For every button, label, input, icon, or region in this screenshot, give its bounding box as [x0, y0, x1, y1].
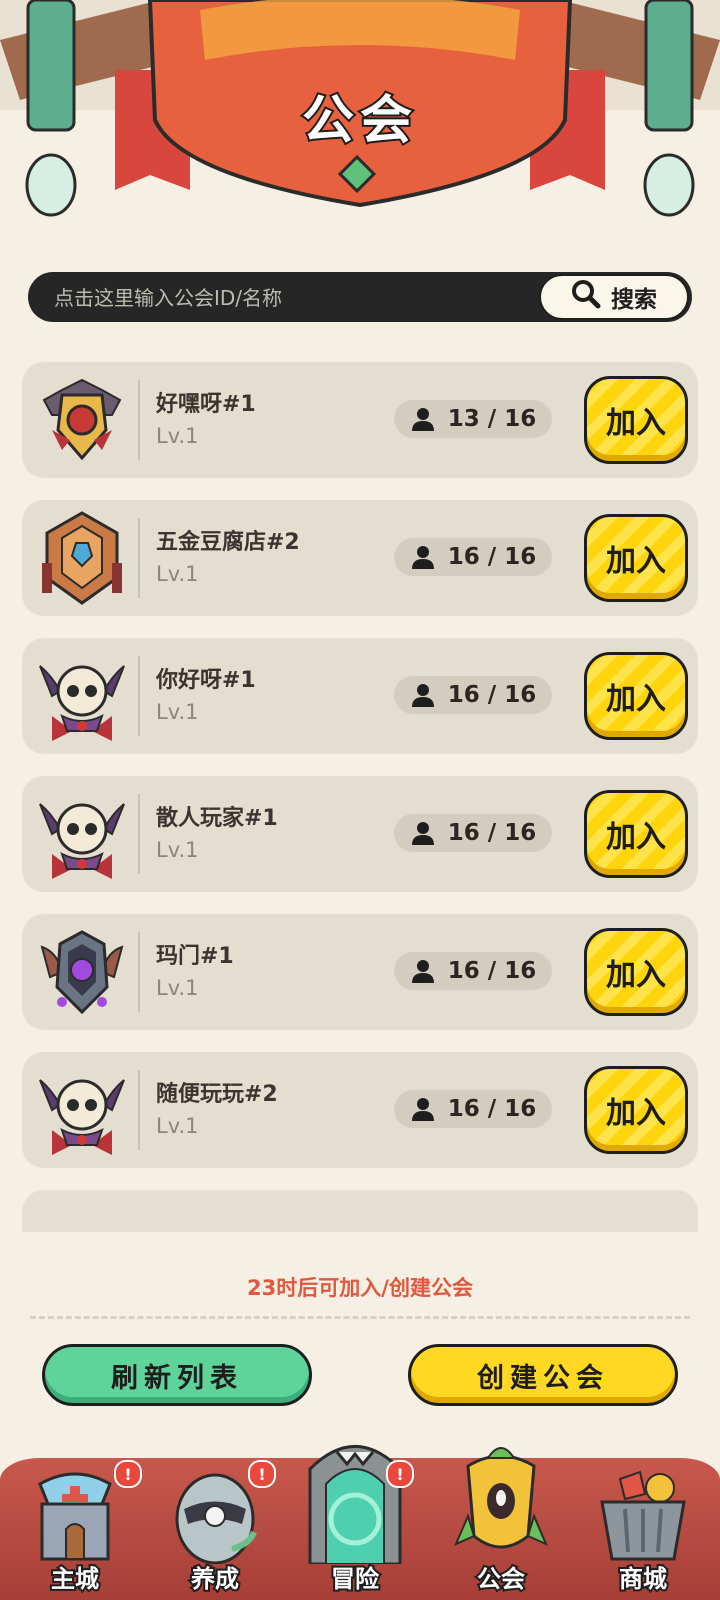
- guild-row: 你好呀#1 Lv.1 16 / 16 加入: [22, 638, 698, 754]
- member-count: 16 / 16: [394, 814, 552, 852]
- person-icon: [411, 684, 434, 707]
- member-count: 13 / 16: [394, 400, 552, 438]
- castle-icon: [38, 1472, 112, 1561]
- person-icon: [411, 960, 434, 983]
- divider: [30, 1316, 690, 1319]
- guild-name: 随便玩玩#2: [156, 1082, 278, 1107]
- guild-level: Lv.1: [156, 562, 199, 586]
- tab-label: 公会: [475, 1563, 527, 1595]
- member-count-text: 13 / 16: [447, 406, 537, 432]
- join-button[interactable]: 加入: [584, 928, 688, 1016]
- row-divider: [138, 1070, 140, 1150]
- notification-badge: !: [386, 1460, 414, 1488]
- member-count-text: 16 / 16: [447, 1096, 537, 1122]
- shop-basket-icon: [600, 1470, 686, 1561]
- list-item-partial: [22, 1190, 698, 1232]
- guild-level: Lv.1: [156, 700, 199, 724]
- create-guild-button[interactable]: 创建公会: [408, 1344, 678, 1406]
- guild-name: 你好呀#1: [156, 668, 256, 693]
- search-bar: 搜索: [28, 272, 692, 324]
- notification-badge: !: [248, 1460, 276, 1488]
- person-icon: [411, 1098, 434, 1121]
- search-button-label: 搜索: [611, 287, 657, 313]
- guild-level: Lv.1: [156, 1114, 199, 1138]
- portal-icon: [308, 1445, 402, 1564]
- member-count-text: 16 / 16: [447, 544, 537, 570]
- search-input[interactable]: [52, 272, 516, 324]
- skull-emblem-icon: [39, 803, 125, 879]
- tab-main-city[interactable]: ! 主城: [10, 1458, 142, 1600]
- join-button[interactable]: 加入: [584, 790, 688, 878]
- guild-row: 散人玩家#1 Lv.1 16 / 16 加入: [22, 776, 698, 892]
- tab-label: 主城: [49, 1563, 101, 1595]
- guild-list[interactable]: 好嘿呀#1 Lv.1 13 / 16 加入 五金豆腐店#2 Lv.1 16 / …: [22, 362, 698, 1232]
- tab-adventure[interactable]: ! 冒险: [290, 1418, 420, 1600]
- row-divider: [138, 656, 140, 736]
- member-count-text: 16 / 16: [447, 958, 537, 984]
- tab-label: 养成: [189, 1563, 241, 1595]
- guild-banner-icon: [454, 1447, 548, 1549]
- refresh-list-button[interactable]: 刷新列表: [42, 1344, 312, 1406]
- guild-level: Lv.1: [156, 976, 199, 1000]
- member-count: 16 / 16: [394, 676, 552, 714]
- guild-name: 好嘿呀#1: [156, 392, 256, 417]
- person-icon: [411, 546, 434, 569]
- bottom-tab-bar: ! 主城 ! 养成 ! 冒险 公会 商城: [0, 1445, 720, 1600]
- gold-shield-emblem-icon: [42, 378, 122, 461]
- guild-name: 散人玩家#1: [156, 806, 278, 831]
- member-count-text: 16 / 16: [447, 682, 537, 708]
- row-divider: [138, 794, 140, 874]
- join-button[interactable]: 加入: [584, 652, 688, 740]
- guild-name: 五金豆腐店#2: [156, 530, 300, 555]
- guild-level: Lv.1: [156, 424, 199, 448]
- member-count: 16 / 16: [394, 538, 552, 576]
- tab-guild[interactable]: 公会: [436, 1430, 566, 1600]
- tab-label: 商城: [617, 1563, 669, 1595]
- guild-name: 玛门#1: [156, 944, 234, 969]
- row-divider: [138, 380, 140, 460]
- tab-label: 冒险: [329, 1563, 381, 1595]
- guild-row: 玛门#1 Lv.1 16 / 16 加入: [22, 914, 698, 1030]
- skull-emblem-icon: [39, 665, 125, 741]
- join-button[interactable]: 加入: [584, 1066, 688, 1154]
- person-icon: [411, 822, 434, 845]
- notification-badge: !: [114, 1460, 142, 1488]
- member-count: 16 / 16: [394, 1090, 552, 1128]
- row-divider: [138, 932, 140, 1012]
- guild-row: 好嘿呀#1 Lv.1 13 / 16 加入: [22, 362, 698, 478]
- bronze-helmet-emblem-icon: [42, 511, 122, 605]
- page-title: 公会: [300, 89, 418, 153]
- join-button[interactable]: 加入: [584, 514, 688, 602]
- guild-row: 五金豆腐店#2 Lv.1 16 / 16 加入: [22, 500, 698, 616]
- tab-shop[interactable]: 商城: [578, 1458, 708, 1600]
- join-button[interactable]: 加入: [584, 376, 688, 464]
- guild-level: Lv.1: [156, 838, 199, 862]
- member-count-text: 16 / 16: [447, 820, 537, 846]
- person-icon: [411, 408, 434, 431]
- member-count: 16 / 16: [394, 952, 552, 990]
- row-divider: [138, 518, 140, 598]
- purple-gem-emblem-icon: [40, 930, 124, 1015]
- cooldown-notice: 23时后可加入/创建公会: [247, 1276, 473, 1300]
- tab-cultivate[interactable]: ! 养成: [150, 1458, 280, 1600]
- search-icon: [571, 279, 601, 315]
- guild-row: 随便玩玩#2 Lv.1 16 / 16 加入: [22, 1052, 698, 1168]
- skull-emblem-icon: [39, 1079, 125, 1155]
- search-button[interactable]: 搜索: [539, 274, 689, 320]
